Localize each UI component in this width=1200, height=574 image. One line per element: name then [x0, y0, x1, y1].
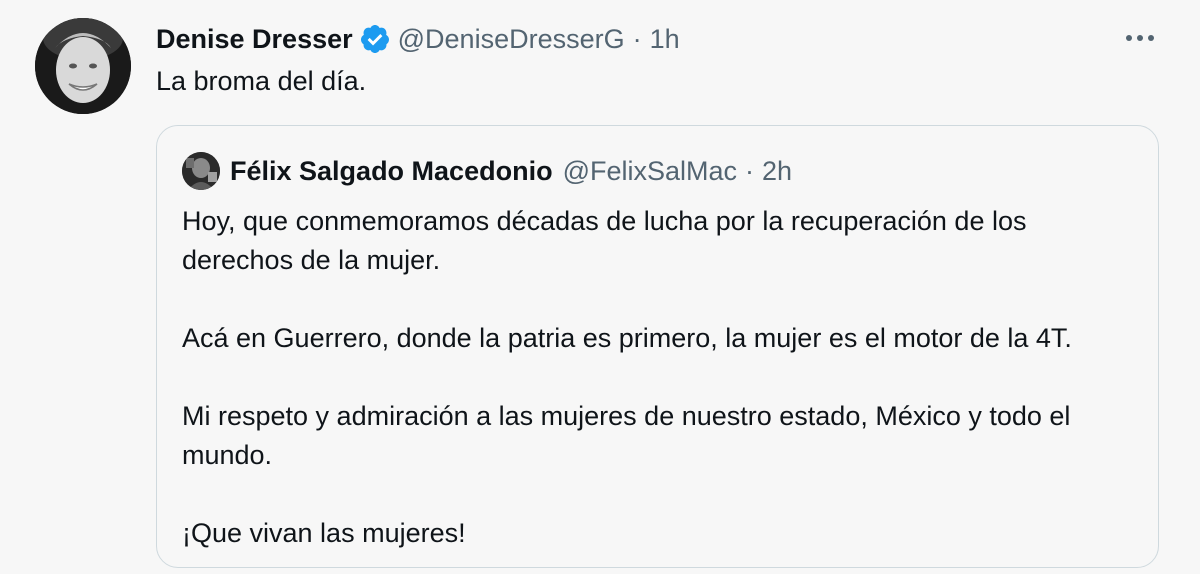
author-handle[interactable]: @DeniseDresserG — [398, 24, 625, 55]
quoted-tweet-text: Hoy, que conmemoramos décadas de lucha p… — [182, 202, 1142, 553]
quoted-tweet[interactable]: Félix Salgado Macedonio @FelixSalMac · 2… — [156, 125, 1159, 568]
separator-dot: · — [745, 155, 755, 186]
more-horizontal-icon — [1126, 35, 1154, 41]
quoted-tweet-paragraph: Hoy, que conmemoramos décadas de lucha p… — [182, 206, 1027, 275]
quoted-author-avatar — [182, 152, 220, 190]
author-name[interactable]: Denise Dresser — [156, 24, 353, 55]
tweet-header: Denise Dresser @DeniseDresserG · 1h — [156, 20, 680, 58]
quoted-tweet-paragraph: ¡Que vivan las mujeres! — [182, 518, 466, 548]
more-options-button[interactable] — [1118, 20, 1162, 56]
quoted-tweet-timestamp: 2h — [762, 155, 793, 186]
separator-dot: · — [632, 23, 642, 54]
tweet: Denise Dresser @DeniseDresserG · 1h La b… — [0, 0, 1200, 574]
verified-badge-icon — [359, 23, 391, 55]
avatar-photo — [182, 152, 220, 190]
tweet-timestamp[interactable]: 1h — [650, 24, 680, 55]
quoted-author-handle: @FelixSalMac — [562, 155, 738, 186]
quoted-tweet-paragraph: Acá en Guerrero, donde la patria es prim… — [182, 323, 1072, 353]
avatar-photo — [35, 18, 131, 114]
quoted-tweet-paragraph: Mi respeto y admiración a las mujeres de… — [182, 401, 1071, 470]
author-avatar[interactable] — [35, 18, 131, 114]
quoted-tweet-header: Félix Salgado Macedonio @FelixSalMac · 2… — [182, 152, 793, 190]
quoted-author-name: Félix Salgado Macedonio — [230, 155, 553, 186]
tweet-text: La broma del día. — [156, 66, 367, 96]
